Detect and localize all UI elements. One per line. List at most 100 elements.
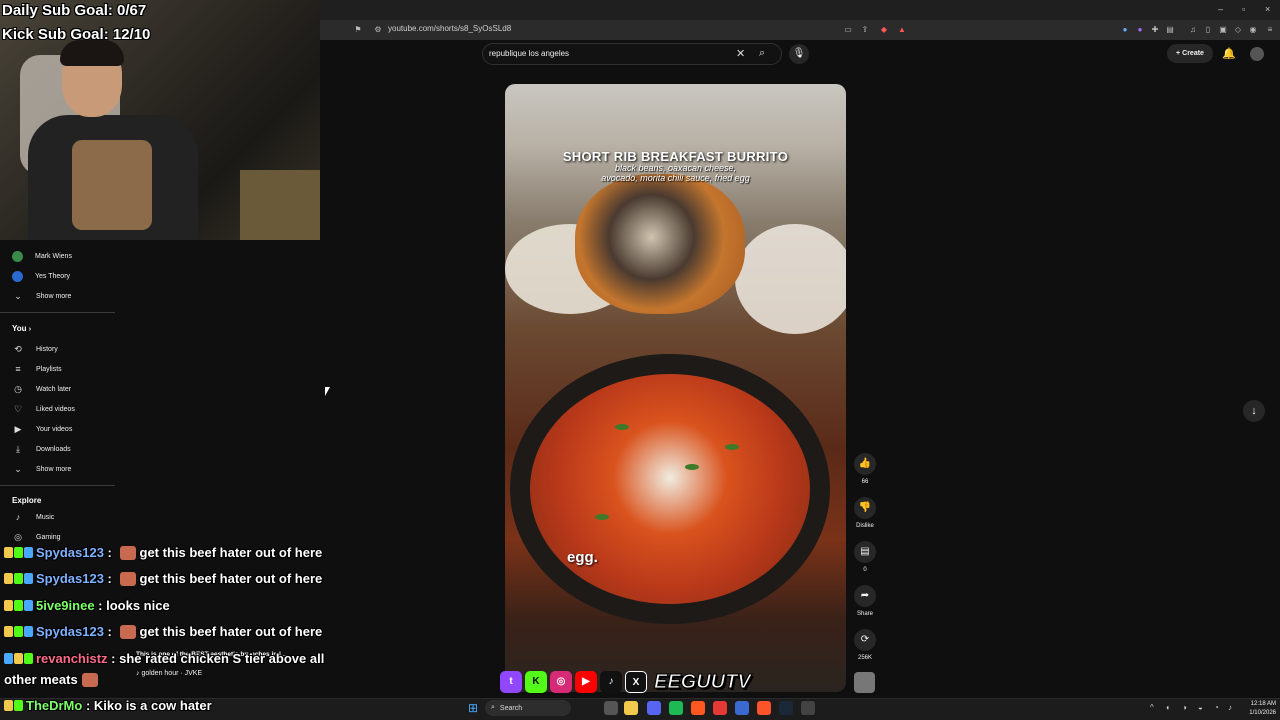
chat-text: get this beef hater out of here [139, 624, 323, 639]
media-icon[interactable]: ♫ [1188, 25, 1198, 35]
daily-sub-goal: Daily Sub Goal: 0/67 [2, 2, 147, 19]
instagram-icon: ◎ [550, 671, 572, 693]
kick-icon: K [525, 671, 547, 693]
sidebar-item-music[interactable]: ♪ Music [12, 509, 55, 525]
sidebar-item-gaming[interactable]: ◎ Gaming [12, 529, 60, 545]
url-text[interactable]: youtube.com/shorts/s8_SyOsSLd8 [388, 24, 511, 33]
clock-time[interactable]: 12:18 AM [1240, 701, 1276, 707]
discord-icon[interactable] [647, 701, 661, 715]
create-button[interactable]: + Create [1167, 44, 1213, 63]
chevron-right-icon: › [28, 326, 32, 333]
dislike-button[interactable]: 👎 [854, 497, 876, 519]
steam-icon[interactable] [779, 701, 793, 715]
create-label: Create [1182, 50, 1204, 57]
chat-message: 5ive9inee : looks nice [4, 598, 170, 613]
herb-garnish [725, 444, 739, 450]
shorts-video-player[interactable]: SHORT RIB BREAKFAST BURRITO black beans,… [505, 84, 846, 692]
herb-garnish [595, 514, 609, 520]
spotify-icon[interactable] [669, 701, 683, 715]
remix-button[interactable]: ⟳ [854, 629, 876, 651]
chat-username: Spydas123 [36, 624, 104, 639]
sidebar-item-playlists[interactable]: ≡ Playlists [12, 361, 62, 377]
rewards-icon[interactable]: ▲ [897, 25, 907, 35]
clear-search-icon[interactable]: ✕ [736, 47, 745, 60]
shield-icon[interactable]: ◆ [879, 25, 889, 35]
bookmark-icon[interactable]: ⚑ [353, 25, 363, 35]
socials-banner: t K ◎ ▶ ♪ X EEGUUTV [500, 666, 751, 698]
like-button[interactable]: 👍 [854, 453, 876, 475]
dislike-label: Dislike [856, 523, 874, 529]
search-value[interactable]: republique los angeles [489, 49, 569, 58]
sidebar-item-your-videos[interactable]: ▶ Your videos [12, 421, 73, 437]
next-short-button[interactable]: ↓ [1243, 400, 1265, 422]
file-explorer-icon[interactable] [624, 701, 638, 715]
clock-date[interactable]: 1/10/2026 [1240, 710, 1276, 716]
wallet-icon[interactable]: ▣ [1218, 25, 1228, 35]
sound-thumbnail[interactable] [854, 672, 875, 693]
chat-message: Spydas123 : get this beef hater out of h… [4, 624, 322, 639]
extension-icon[interactable]: ● [1135, 25, 1145, 35]
emote-icon [81, 672, 98, 687]
taskbar-search-label: Search [499, 704, 523, 712]
chat-message: Spydas123 : get this beef hater out of h… [4, 571, 322, 586]
windows-start-icon[interactable]: ⊞ [468, 701, 478, 715]
sidebar-item-yes-theory[interactable]: Yes Theory [12, 268, 70, 284]
chat-badges [4, 600, 33, 611]
tray-icon[interactable]: ◒ [1198, 703, 1203, 712]
video-overlay-title: SHORT RIB BREAKFAST BURRITO [562, 149, 789, 164]
sidebar-item-history[interactable]: ⟲ History [12, 341, 58, 357]
obs-icon[interactable] [691, 701, 705, 715]
panel-icon[interactable]: ▯ [1203, 25, 1213, 35]
minimize-button[interactable]: – [1218, 4, 1223, 14]
sidebar-item-label: Downloads [36, 445, 71, 453]
notifications-icon[interactable]: 🔔 [1222, 47, 1236, 60]
sidebar-item-watch-later[interactable]: ◷ Watch later [12, 381, 71, 397]
kick-sub-goal: Kick Sub Goal: 12/10 [2, 26, 151, 43]
chat-badges [4, 700, 23, 711]
search-icon[interactable]: ⌕ [759, 47, 765, 60]
sidebar-show-more-subscriptions[interactable]: ⌄ Show more [12, 288, 71, 304]
app-icon[interactable] [713, 701, 727, 715]
watch-later-icon: ◷ [14, 383, 22, 394]
chat-badges [4, 547, 33, 558]
volume-icon[interactable]: ♪ [1228, 703, 1232, 712]
vpn-icon[interactable]: ◇ [1233, 25, 1243, 35]
chat-text: she rated chicken S tier above all [119, 651, 325, 666]
share-page-icon[interactable]: ⇪ [860, 25, 870, 35]
screen-icon[interactable]: ▭ [843, 25, 853, 35]
sidebar-heading-you[interactable]: You › [12, 324, 31, 333]
comment-count: 0 [863, 567, 867, 573]
brave-browser-icon[interactable] [757, 701, 771, 715]
avatar[interactable] [1250, 47, 1264, 61]
extension-icon[interactable]: ● [1120, 25, 1130, 35]
microphone-icon[interactable]: 🎙 [789, 44, 809, 64]
menu-icon[interactable]: ≡ [1265, 25, 1275, 35]
tray-icon[interactable]: ◑ [1182, 703, 1187, 712]
taskbar-search[interactable]: ⌕ Search [485, 700, 571, 716]
share-label: Share [856, 611, 873, 617]
sidebar-item-downloads[interactable]: ⤓ Downloads [12, 441, 71, 457]
tray-icon[interactable]: ◐ [1166, 703, 1171, 712]
maximize-button[interactable]: ▫ [1242, 4, 1245, 14]
close-window-button[interactable]: × [1265, 4, 1270, 14]
settings-icon[interactable] [801, 701, 815, 715]
site-info-icon[interactable]: ⚙ [373, 25, 383, 35]
sidebar-item-liked-videos[interactable]: ♡ Liked videos [12, 401, 75, 417]
comments-button[interactable]: ▤ [854, 541, 876, 563]
sidebar-toggle-icon[interactable]: ▤ [1165, 25, 1175, 35]
sidebar-item-label: Liked videos [36, 405, 75, 413]
short-music-track[interactable]: ♪ golden hour · JVKE [136, 670, 202, 677]
puzzle-icon[interactable]: ✚ [1150, 25, 1160, 35]
app-icon[interactable] [735, 701, 749, 715]
plate-image [735, 224, 846, 334]
sidebar-item-label: Playlists [36, 365, 62, 373]
task-view-icon[interactable] [604, 701, 618, 715]
x-icon: X [625, 671, 647, 693]
tray-chevron-icon[interactable]: ^ [1150, 703, 1154, 712]
security-icon[interactable]: ◉ [1248, 25, 1258, 35]
sidebar-item-label: Show more [36, 465, 72, 473]
share-button[interactable]: ➦ [854, 585, 876, 607]
sidebar-item-mark-wiens[interactable]: Mark Wiens [12, 248, 72, 264]
network-icon[interactable]: ◔ [1214, 703, 1219, 712]
sidebar-show-more-you[interactable]: ⌄ Show more [12, 461, 71, 477]
